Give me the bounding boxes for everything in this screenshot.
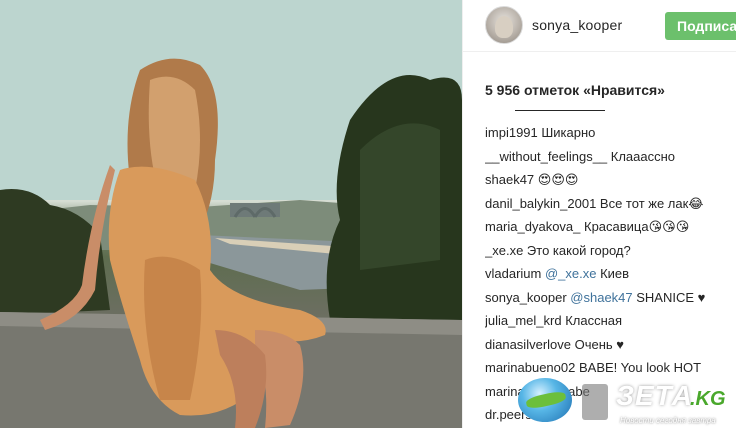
comment-text: BABE! You look HOT <box>575 360 702 375</box>
comment: sonya_kooper @shaek47 SHANICE ♥ <box>485 286 736 310</box>
comment-text: Киев <box>596 266 630 281</box>
post-header: sonya_kooper Подписаться <box>463 0 736 52</box>
comment: julia_mel_krd Классная <box>485 309 736 333</box>
comment: __without_feelings__ Клааассно <box>485 145 736 169</box>
likes-label: отметок «Нравится» <box>523 82 665 98</box>
comment-text: Все тот же лак😂 <box>596 195 704 211</box>
watermark-tld: .KG <box>690 388 726 410</box>
watermark-brand: ЗЕТА <box>616 380 693 411</box>
comment-text: Клааассно <box>607 148 676 164</box>
load-more-divider <box>515 110 605 111</box>
post-sidebar: sonya_kooper Подписаться 5 956 отметок «… <box>462 0 736 428</box>
comment-user[interactable]: danil_balykin_2001 <box>485 196 596 211</box>
comment: impi1991 Шикарно <box>485 121 736 145</box>
comment-mention[interactable]: @_xe.xe <box>541 266 597 281</box>
comment: _xe.xe Это какой город? <box>485 239 736 263</box>
comment-text: Очень ♥ <box>571 336 625 352</box>
likes-count[interactable]: 5 956 отметок «Нравится» <box>485 82 665 98</box>
comment-user[interactable]: __without_feelings__ <box>485 149 607 164</box>
comment-user[interactable]: marinabueno02 <box>485 360 575 375</box>
comment-user[interactable]: _xe.xe <box>485 243 523 258</box>
comment: maria_dyakova_ Красавица😘😘😘 <box>485 215 736 239</box>
comment: shaek47 😍😍😍 <box>485 168 736 192</box>
comment: dianasilverlove Очень ♥ <box>485 333 736 357</box>
comment: vladarium @_xe.xe Киев <box>485 262 736 286</box>
follow-button[interactable]: Подписаться <box>665 12 736 40</box>
hourglass-icon <box>582 384 608 420</box>
site-watermark: ЗЕТА .KG Новости сегодня завтра <box>512 374 736 428</box>
globe-icon <box>518 378 572 422</box>
post-photo-illustration <box>0 0 462 428</box>
avatar[interactable] <box>485 6 523 44</box>
post-photo <box>0 0 462 428</box>
comment-user[interactable]: maria_dyakova_ <box>485 219 580 234</box>
watermark-tagline: Новости сегодня завтра <box>620 416 716 425</box>
comment-text: SHANICE ♥ <box>632 289 706 305</box>
comment-user[interactable]: julia_mel_krd <box>485 313 562 328</box>
comment-user[interactable]: vladarium <box>485 266 541 281</box>
comment-user[interactable]: impi1991 <box>485 125 538 140</box>
comment-text: Шикарно <box>537 125 596 140</box>
comment-user[interactable]: sonya_kooper <box>485 290 567 305</box>
comment-text: Классная <box>561 313 623 328</box>
comment-text: 😍😍😍 <box>534 172 579 187</box>
comment-text: Это какой город? <box>523 242 631 258</box>
username-link[interactable]: sonya_kooper <box>532 17 622 33</box>
comment-text: Красавица😘😘😘 <box>580 219 690 234</box>
comment-user[interactable]: shaek47 <box>485 172 534 187</box>
comment-user[interactable]: dianasilverlove <box>485 337 571 352</box>
comment-mention[interactable]: @shaek47 <box>567 290 632 305</box>
comment: danil_balykin_2001 Все тот же лак😂 <box>485 192 736 216</box>
likes-number: 5 956 <box>485 82 521 98</box>
